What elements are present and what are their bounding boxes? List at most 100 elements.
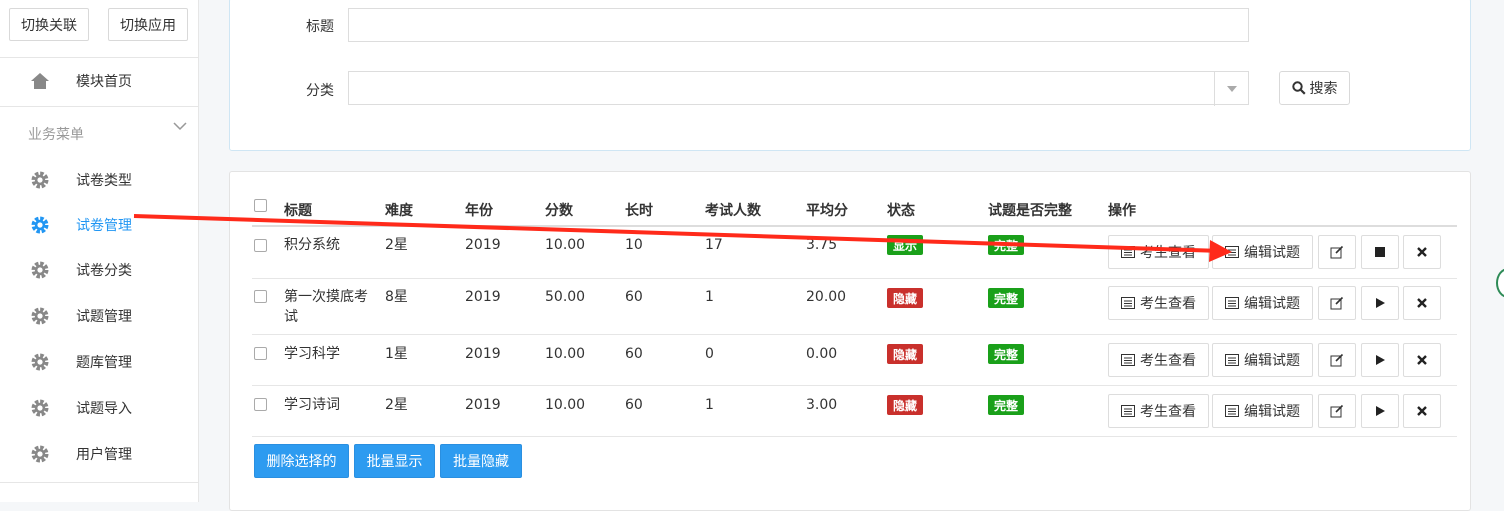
play-button[interactable] — [1361, 343, 1399, 377]
play-icon — [1376, 406, 1385, 416]
cell-average: 0.00 — [806, 346, 838, 362]
cell-year: 2019 — [465, 237, 501, 253]
play-button[interactable] — [1361, 394, 1399, 428]
delete-button[interactable] — [1403, 343, 1441, 377]
edit-button[interactable] — [1318, 286, 1356, 320]
sidebar-item-label: 试题导入 — [76, 401, 132, 417]
cell-difficulty: 2星 — [385, 397, 408, 413]
gear-icon — [31, 353, 49, 371]
cell-year: 2019 — [465, 289, 501, 305]
sidebar-item-question-import[interactable]: 试题导入 — [0, 385, 198, 431]
list-icon — [1225, 405, 1239, 417]
row-divider — [252, 334, 1457, 335]
cell-takers: 0 — [705, 346, 714, 362]
cell-difficulty: 8星 — [385, 289, 408, 305]
cell-takers: 1 — [705, 289, 714, 305]
title-input[interactable] — [348, 8, 1249, 42]
sidebar-item-exam-management[interactable]: 试卷管理 — [0, 202, 198, 248]
chevron-down-icon — [173, 122, 187, 131]
edit-questions-button[interactable]: 编辑试题 — [1212, 394, 1313, 428]
view-examinees-label: 考生查看 — [1140, 245, 1196, 261]
cell-title: 学习诗词 — [284, 397, 340, 413]
stop-button[interactable] — [1361, 235, 1399, 269]
row-checkbox[interactable] — [254, 239, 267, 252]
sidebar-item-label: 试卷分类 — [76, 263, 132, 279]
cell-score: 10.00 — [545, 237, 586, 253]
switch-link-button[interactable]: 切换关联 — [9, 8, 89, 41]
title-label: 标题 — [306, 19, 334, 35]
close-icon — [1417, 298, 1427, 308]
floating-edge-widget[interactable] — [1496, 268, 1504, 298]
sidebar-divider — [0, 482, 198, 483]
row-checkbox[interactable] — [254, 347, 267, 360]
cell-score: 10.00 — [545, 346, 586, 362]
category-label: 分类 — [306, 83, 334, 99]
view-examinees-button[interactable]: 考生查看 — [1108, 235, 1209, 269]
bulk-show-button[interactable]: 批量显示 — [354, 444, 435, 478]
list-icon — [1121, 405, 1135, 417]
column-header-takers: 考试人数 — [705, 203, 761, 219]
gear-icon — [31, 216, 49, 234]
sidebar-item-question-bank[interactable]: 题库管理 — [0, 339, 198, 385]
view-examinees-button[interactable]: 考生查看 — [1108, 343, 1209, 377]
row-checkbox[interactable] — [254, 398, 267, 411]
edit-button[interactable] — [1318, 394, 1356, 428]
cell-difficulty: 2星 — [385, 237, 408, 253]
dropdown-arrow-icon[interactable] — [1214, 72, 1248, 106]
sidebar-item-exam-categories[interactable]: 试卷分类 — [0, 247, 198, 293]
select-all-checkbox[interactable] — [254, 199, 267, 212]
edit-icon — [1330, 404, 1344, 418]
sidebar-section-business-menu[interactable]: 业务菜单 — [0, 106, 198, 157]
row-divider — [252, 278, 1457, 279]
edit-questions-button[interactable]: 编辑试题 — [1212, 286, 1313, 320]
play-button[interactable] — [1361, 286, 1399, 320]
delete-button[interactable] — [1403, 394, 1441, 428]
home-icon — [31, 73, 49, 89]
sidebar-item-question-management[interactable]: 试题管理 — [0, 293, 198, 339]
gear-icon — [31, 399, 49, 417]
sidebar-item-exam-types[interactable]: 试卷类型 — [0, 157, 198, 203]
cell-average: 3.75 — [806, 237, 838, 253]
edit-questions-button[interactable]: 编辑试题 — [1212, 343, 1313, 377]
sidebar-item-user-management[interactable]: 用户管理 — [0, 431, 198, 477]
cell-average: 3.00 — [806, 397, 838, 413]
complete-badge: 完整 — [988, 395, 1025, 415]
edit-questions-label: 编辑试题 — [1244, 404, 1300, 420]
column-header-duration: 长时 — [625, 203, 653, 219]
switch-app-button[interactable]: 切换应用 — [108, 8, 188, 41]
sidebar-item-home[interactable]: 模块首页 — [0, 58, 198, 104]
list-icon — [1121, 354, 1135, 366]
delete-button[interactable] — [1403, 286, 1441, 320]
edit-icon — [1330, 245, 1344, 259]
edit-button[interactable] — [1318, 343, 1356, 377]
list-icon — [1225, 297, 1239, 309]
cell-score: 10.00 — [545, 397, 586, 413]
column-header-complete: 试题是否完整 — [988, 203, 1072, 219]
exam-table-panel: 标题 难度 年份 分数 长时 考试人数 平均分 状态 试题是否完整 操作 积分系… — [229, 171, 1471, 511]
cell-title: 积分系统 — [284, 237, 340, 253]
status-badge: 隐藏 — [887, 344, 924, 364]
column-header-year: 年份 — [465, 203, 493, 219]
search-button[interactable]: 搜索 — [1279, 71, 1350, 105]
bulk-hide-button[interactable]: 批量隐藏 — [440, 444, 522, 478]
cell-duration: 60 — [625, 397, 643, 413]
delete-selected-button[interactable]: 删除选择的 — [254, 444, 349, 478]
column-header-difficulty: 难度 — [385, 203, 413, 219]
cell-title: 学习科学 — [284, 346, 340, 362]
edit-questions-button[interactable]: 编辑试题 — [1212, 235, 1313, 269]
edit-questions-label: 编辑试题 — [1244, 353, 1300, 369]
cell-average: 20.00 — [806, 289, 847, 305]
delete-button[interactable] — [1403, 235, 1441, 269]
view-examinees-button[interactable]: 考生查看 — [1108, 394, 1209, 428]
edit-button[interactable] — [1318, 235, 1356, 269]
play-icon — [1376, 298, 1385, 308]
complete-badge: 完整 — [988, 344, 1025, 364]
view-examinees-button[interactable]: 考生查看 — [1108, 286, 1209, 320]
edit-icon — [1330, 353, 1344, 367]
category-select[interactable] — [348, 71, 1249, 106]
stop-icon — [1375, 247, 1385, 257]
cell-title: 第一次摸底考试 — [284, 289, 368, 325]
row-checkbox[interactable] — [254, 290, 267, 303]
status-badge: 显示 — [887, 235, 924, 255]
search-panel: 标题 分类 搜索 — [229, 0, 1471, 151]
